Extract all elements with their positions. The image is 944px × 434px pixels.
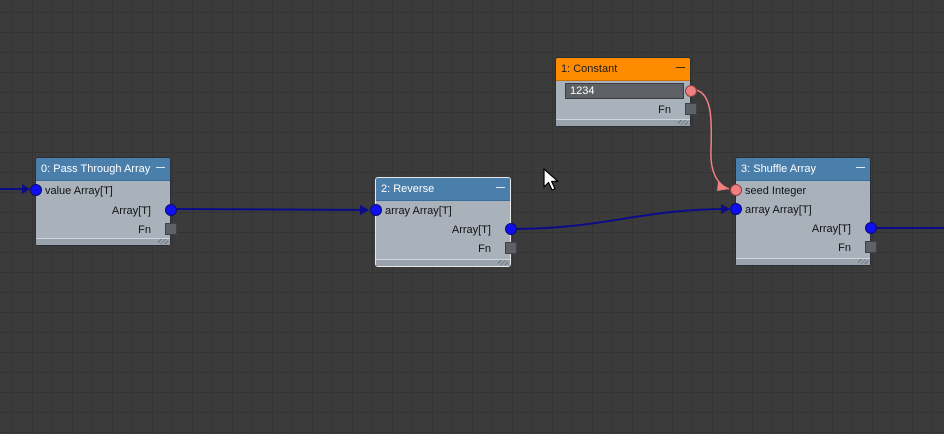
fn-label: Fn [138,224,151,236]
node-shuffle-array[interactable]: 3: Shuffle Array seed Integer array Arra… [730,157,877,266]
node-header[interactable]: 0: Pass Through Array [36,158,170,181]
seed-label: seed Integer [745,185,807,197]
resize-grip-icon[interactable] [678,120,688,125]
output-port-array[interactable] [865,222,877,234]
minus-icon[interactable] [156,162,165,168]
wire-arrow-incoming [22,184,30,194]
constant-value-field[interactable]: 1234 [565,83,684,99]
node-footer [736,258,870,265]
fn-port[interactable] [685,103,697,115]
node-footer [36,238,170,245]
minus-icon[interactable] [856,162,865,168]
output-port-integer[interactable] [685,85,697,97]
wire-arrow-shuffle [721,204,730,214]
fn-port[interactable] [505,242,517,254]
fn-port[interactable] [865,241,877,253]
fn-port[interactable] [165,223,177,235]
node-title: 2: Reverse [381,183,435,195]
node-title: 0: Pass Through Array [41,163,151,175]
node-header[interactable]: 2: Reverse [376,178,510,201]
node-footer [376,259,510,266]
input-label: array Array[T] [745,204,812,216]
resize-grip-icon[interactable] [158,239,168,244]
input-port-seed[interactable] [730,184,742,196]
output-label: Array[T] [111,205,151,217]
node-footer [556,119,690,126]
input-port-array[interactable] [730,203,742,215]
node-constant[interactable]: 1: Constant 1234 Fn [555,57,697,127]
output-label: Array[T] [451,224,491,236]
wire-reverse-to-shuffle[interactable] [515,208,730,230]
minus-icon[interactable] [676,62,685,68]
node-header[interactable]: 3: Shuffle Array [736,158,870,181]
output-port-array[interactable] [505,223,517,235]
fn-label: Fn [838,242,851,254]
wire-arrow-seed [717,182,729,191]
mouse-pointer-icon [543,168,559,191]
output-port-array[interactable] [165,204,177,216]
wire-pass-through-to-reverse[interactable] [175,208,369,211]
input-port-array[interactable] [370,204,382,216]
node-title: 3: Shuffle Array [741,163,817,175]
resize-grip-icon[interactable] [858,259,868,264]
fn-label: Fn [478,243,491,255]
node-title: 1: Constant [561,63,618,75]
resize-grip-icon[interactable] [498,260,508,265]
wire-arrow-reverse [360,205,369,215]
input-port-value[interactable] [30,184,42,196]
input-label: value Array[T] [45,185,113,197]
wire-constant-to-shuffle-seed[interactable] [695,89,730,190]
input-label: array Array[T] [385,205,452,217]
node-header[interactable]: 1: Constant [556,58,690,81]
minus-icon[interactable] [496,182,505,188]
node-pass-through-array[interactable]: 0: Pass Through Array value Array[T] Arr… [30,157,177,246]
fn-label: Fn [658,104,671,116]
node-reverse[interactable]: 2: Reverse array Array[T] Array[T] Fn [370,177,517,267]
output-label: Array[T] [811,223,851,235]
